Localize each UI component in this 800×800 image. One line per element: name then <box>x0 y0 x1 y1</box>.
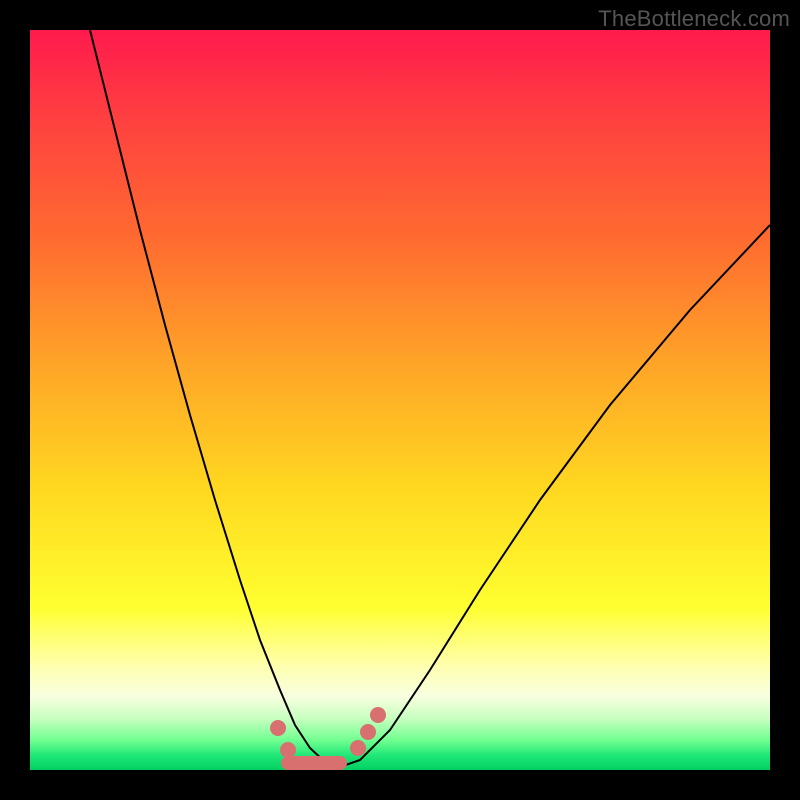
marker-group <box>270 707 386 763</box>
chart-frame: TheBottleneck.com <box>0 0 800 800</box>
marker-dot <box>350 740 366 756</box>
marker-dot <box>360 724 376 740</box>
marker-dot <box>280 742 296 758</box>
marker-dot <box>270 720 286 736</box>
bottleneck-curve <box>90 30 770 767</box>
curve-path <box>90 30 770 767</box>
marker-dot <box>370 707 386 723</box>
watermark-text: TheBottleneck.com <box>598 6 790 32</box>
chart-svg <box>30 30 770 770</box>
plot-area <box>30 30 770 770</box>
